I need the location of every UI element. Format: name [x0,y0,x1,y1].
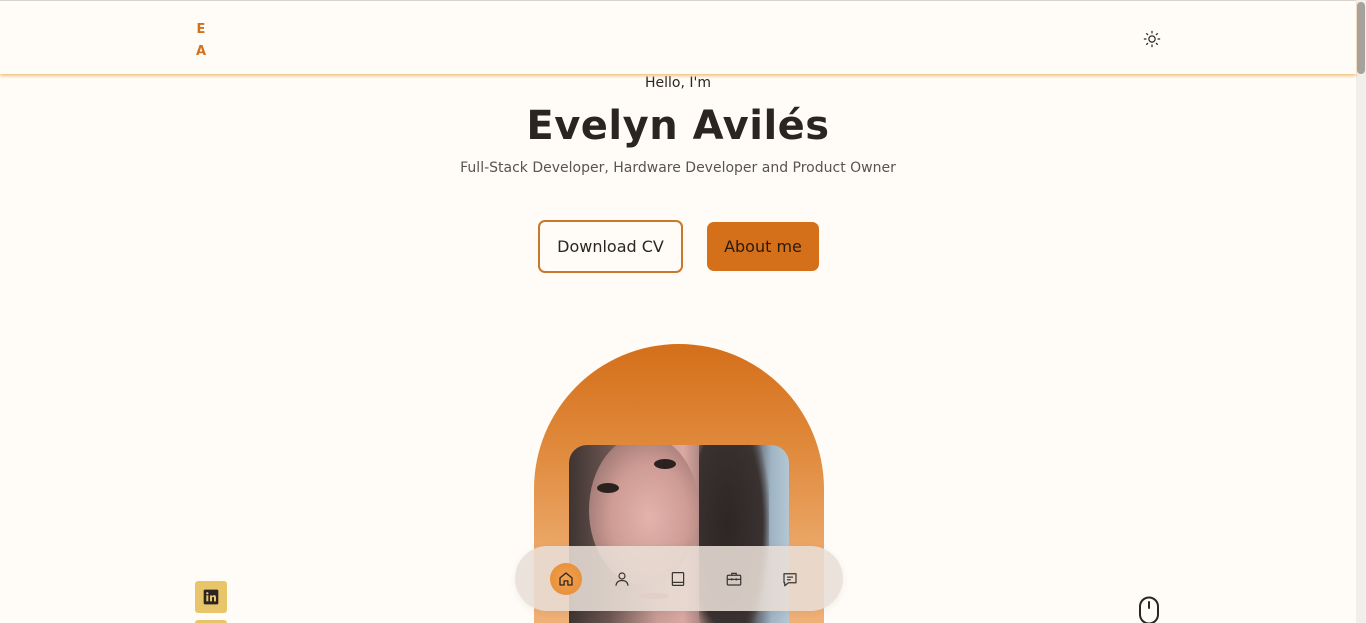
message-icon[interactable] [774,563,806,595]
about-me-button[interactable]: About me [707,222,819,271]
sun-icon[interactable] [1141,28,1163,50]
download-cv-button[interactable]: Download CV [538,220,683,273]
scrollbar-thumb[interactable] [1357,2,1365,74]
book-icon[interactable] [662,563,694,595]
linkedin-icon[interactable] [195,581,227,613]
logo[interactable]: E A [194,19,208,63]
hero-greeting: Hello, I'm [644,75,711,91]
page-scrollbar[interactable] [1356,0,1366,623]
logo-letter-first: E [196,22,206,37]
mouse-icon[interactable] [1138,596,1160,623]
hero-role: Full-Stack Developer, Hardware Developer… [460,160,896,176]
photo-eye-right [654,459,676,469]
user-icon[interactable] [606,563,638,595]
photo-eye-left [597,483,619,493]
home-icon[interactable] [550,563,582,595]
logo-letter-second: A [195,44,207,59]
briefcase-icon[interactable] [718,563,750,595]
hero-name: Evelyn Avilés [526,103,830,149]
bottom-nav-dock [515,546,843,611]
site-header: E A [0,0,1356,74]
